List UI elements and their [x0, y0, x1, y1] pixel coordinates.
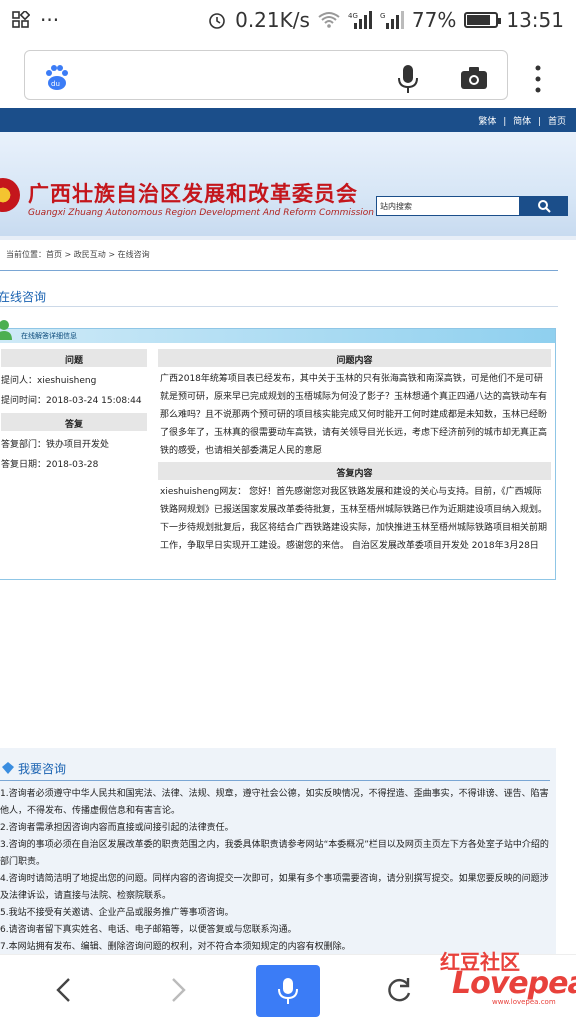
ask-time: 提问时间：2018-03-24 15:08:44	[1, 396, 142, 406]
link-simplified[interactable]: 简体	[513, 117, 531, 127]
consult-title[interactable]: 我要咨询	[18, 760, 66, 777]
net-speed: 0.21K/s	[235, 8, 310, 32]
more-notifications-icon: ···	[40, 8, 60, 32]
status-bar: ··· 0.21K/s 4G G 77% 13:51	[0, 0, 576, 40]
app-grid-icon	[12, 11, 30, 28]
wifi-icon	[318, 12, 340, 28]
microphone-icon[interactable]	[396, 64, 420, 94]
web-page: 繁体 | 简体 | 首页 广西壮族自治区发展和改革委员会 Guangxi Zhu…	[0, 108, 576, 954]
camera-icon[interactable]	[460, 66, 488, 90]
question-header: 问题	[1, 349, 147, 367]
search-icon	[538, 200, 551, 213]
reply-dept: 答复部门：铁办项目开发处	[1, 440, 110, 450]
voice-search-button[interactable]	[256, 965, 320, 1017]
link-traditional[interactable]: 繁体	[478, 117, 496, 127]
battery-percent: 77%	[411, 8, 457, 32]
more-vertical-icon[interactable]	[534, 64, 542, 94]
question-content-header: 问题内容	[158, 349, 551, 367]
rule-item: 6.请咨询者留下真实姓名、电话、电子邮箱等，以便答复或与您联系沟通。	[0, 925, 297, 935]
divider	[0, 270, 558, 271]
signal-sim2-icon: G	[380, 11, 404, 29]
refresh-icon[interactable]	[384, 975, 414, 1005]
question-meta: 问题 提问人：xieshuisheng 提问时间：2018-03-24 15:0…	[1, 349, 147, 471]
clock: 13:51	[506, 8, 564, 32]
qa-header-bar: 在线解答详细信息	[0, 329, 555, 343]
question-content: 问题内容 广西2018年统筹项目表已经发布，其中关于玉林的只有张海高铁和南深高铁…	[158, 349, 551, 557]
breadcrumb: 当前位置：首页 > 政民互动 > 在线咨询	[6, 250, 150, 259]
person-icon	[0, 320, 12, 340]
rule-item: 1.咨询者必须遵守中华人民共和国宪法、法律、法规、规章，遵守社会公德，如实反映情…	[0, 789, 549, 816]
top-nav: 繁体 | 简体 | 首页	[0, 108, 576, 132]
qa-header-label: 在线解答详细信息	[21, 332, 77, 340]
asker: 提问人：xieshuisheng	[1, 376, 97, 386]
site-banner: 广西壮族自治区发展和改革委员会 Guangxi Zhuang Autonomou…	[0, 132, 576, 240]
diamond-icon	[2, 762, 14, 774]
rule-item: 2.咨询者需承担因咨询内容而直接或间接引起的法律责任。	[0, 823, 234, 833]
battery-icon	[464, 12, 502, 28]
divider	[0, 306, 558, 307]
qa-detail-box: 在线解答详细信息 问题 提问人：xieshuisheng 提问时间：2018-0…	[0, 320, 556, 580]
rule-item: 3.咨询的事项必须在自治区发展改革委的职责范围之内，我委具体职责请参考网站“本委…	[0, 840, 549, 867]
watermark-brand: Lovepea	[452, 966, 576, 1001]
site-search-input[interactable]: 站内搜索	[376, 196, 520, 216]
svg-text:du: du	[51, 80, 60, 88]
reply-header: 答复	[1, 413, 147, 431]
address-bar[interactable]	[24, 50, 508, 100]
site-title: 广西壮族自治区发展和改革委员会	[28, 182, 358, 206]
site-search-button[interactable]	[520, 196, 568, 216]
page-title: 在线咨询	[0, 290, 47, 304]
divider	[0, 780, 550, 781]
national-emblem-icon	[0, 178, 20, 212]
svg-text:4G: 4G	[348, 12, 358, 20]
answer-text: xieshuisheng网友： 您好！首先感谢您对我区铁路发展和建设的关心与支持…	[160, 487, 548, 551]
question-text: 广西2018年统筹项目表已经发布，其中关于玉林的只有张海高铁和南深高铁，可是他们…	[160, 374, 548, 456]
rule-item: 4.咨询时请简洁明了地提出您的问题。同样内容的咨询提交一次即可，如果有多个事项需…	[0, 874, 549, 901]
browser-toolbar	[0, 40, 576, 108]
baidu-paw-icon[interactable]: du	[42, 64, 70, 92]
link-home[interactable]: 首页	[548, 117, 566, 127]
back-icon[interactable]	[50, 975, 80, 1005]
reply-date: 答复日期：2018-03-28	[1, 460, 99, 470]
signal-4g-icon: 4G	[348, 11, 372, 29]
svg-text:G: G	[380, 12, 385, 20]
rule-item: 5.我站不接受有关邀请、企业产品或服务推广等事项咨询。	[0, 908, 234, 918]
site-title-en: Guangxi Zhuang Autonomous Region Develop…	[28, 208, 374, 218]
forward-icon[interactable]	[162, 975, 192, 1005]
answer-header: 答复内容	[158, 462, 551, 480]
microphone-icon	[278, 978, 298, 1004]
alarm-icon	[209, 13, 225, 29]
consult-rules: 1.咨询者必须遵守中华人民共和国宪法、法律、法规、规章，遵守社会公德，如实反映情…	[0, 786, 552, 954]
watermark-url: www.lovepea.com	[492, 998, 556, 1006]
